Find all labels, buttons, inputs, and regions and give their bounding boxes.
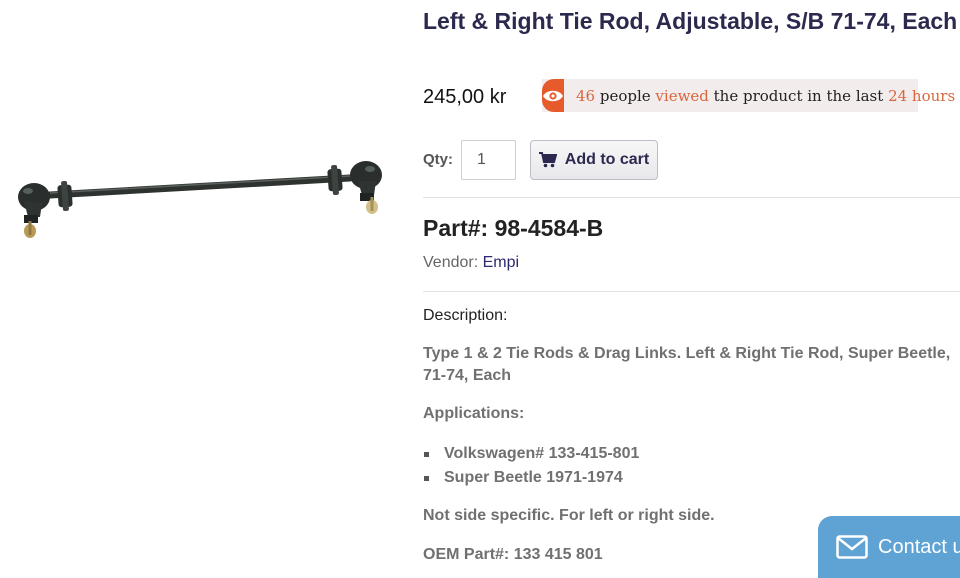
description-label: Description: (423, 307, 508, 324)
vendor-label: Vendor: (423, 254, 483, 271)
tie-rod-image (18, 161, 382, 238)
oem-part-number: OEM Part#: 133 415 801 (423, 546, 603, 563)
viewers-text: 46 people viewed the product in the last… (576, 87, 955, 105)
mail-icon (836, 535, 868, 559)
vendor: Vendor: Empi (423, 254, 519, 272)
viewers-text-people: people (595, 86, 656, 105)
list-item: Volkswagen# 133-415-801 (423, 444, 639, 468)
divider (423, 291, 960, 292)
add-to-cart-label: Add to cart (564, 151, 650, 168)
vendor-link[interactable]: Empi (483, 254, 519, 271)
applications-list: Volkswagen# 133-415-801 Super Beetle 197… (423, 444, 639, 492)
product-title: Left & Right Tie Rod, Adjustable, S/B 71… (423, 8, 958, 34)
qty-label: Qty: (423, 151, 453, 168)
viewers-text-period: the product in the last (708, 86, 889, 105)
side-note: Not side specific. For left or right sid… (423, 507, 715, 524)
contact-label: Contact us (878, 535, 960, 558)
contact-us-button[interactable]: Contact us (818, 516, 960, 578)
divider (423, 197, 960, 198)
viewers-text-viewed: viewed (655, 86, 709, 105)
part-number: Part#: 98-4584-B (423, 215, 604, 241)
cart-icon (538, 152, 557, 168)
viewers-count: 46 (576, 86, 596, 105)
product-price: 245,00 kr (423, 86, 507, 108)
applications-label: Applications: (423, 405, 525, 422)
eye-icon (542, 79, 564, 112)
viewers-notice: 46 people viewed the product in the last… (542, 79, 955, 112)
description-body: Type 1 & 2 Tie Rods & Drag Links. Left &… (423, 345, 951, 384)
viewers-hours: 24 hours (888, 86, 956, 105)
list-item: Super Beetle 1971-1974 (423, 468, 639, 492)
qty-input[interactable] (461, 140, 516, 180)
add-to-cart-button[interactable]: Add to cart (530, 140, 658, 180)
